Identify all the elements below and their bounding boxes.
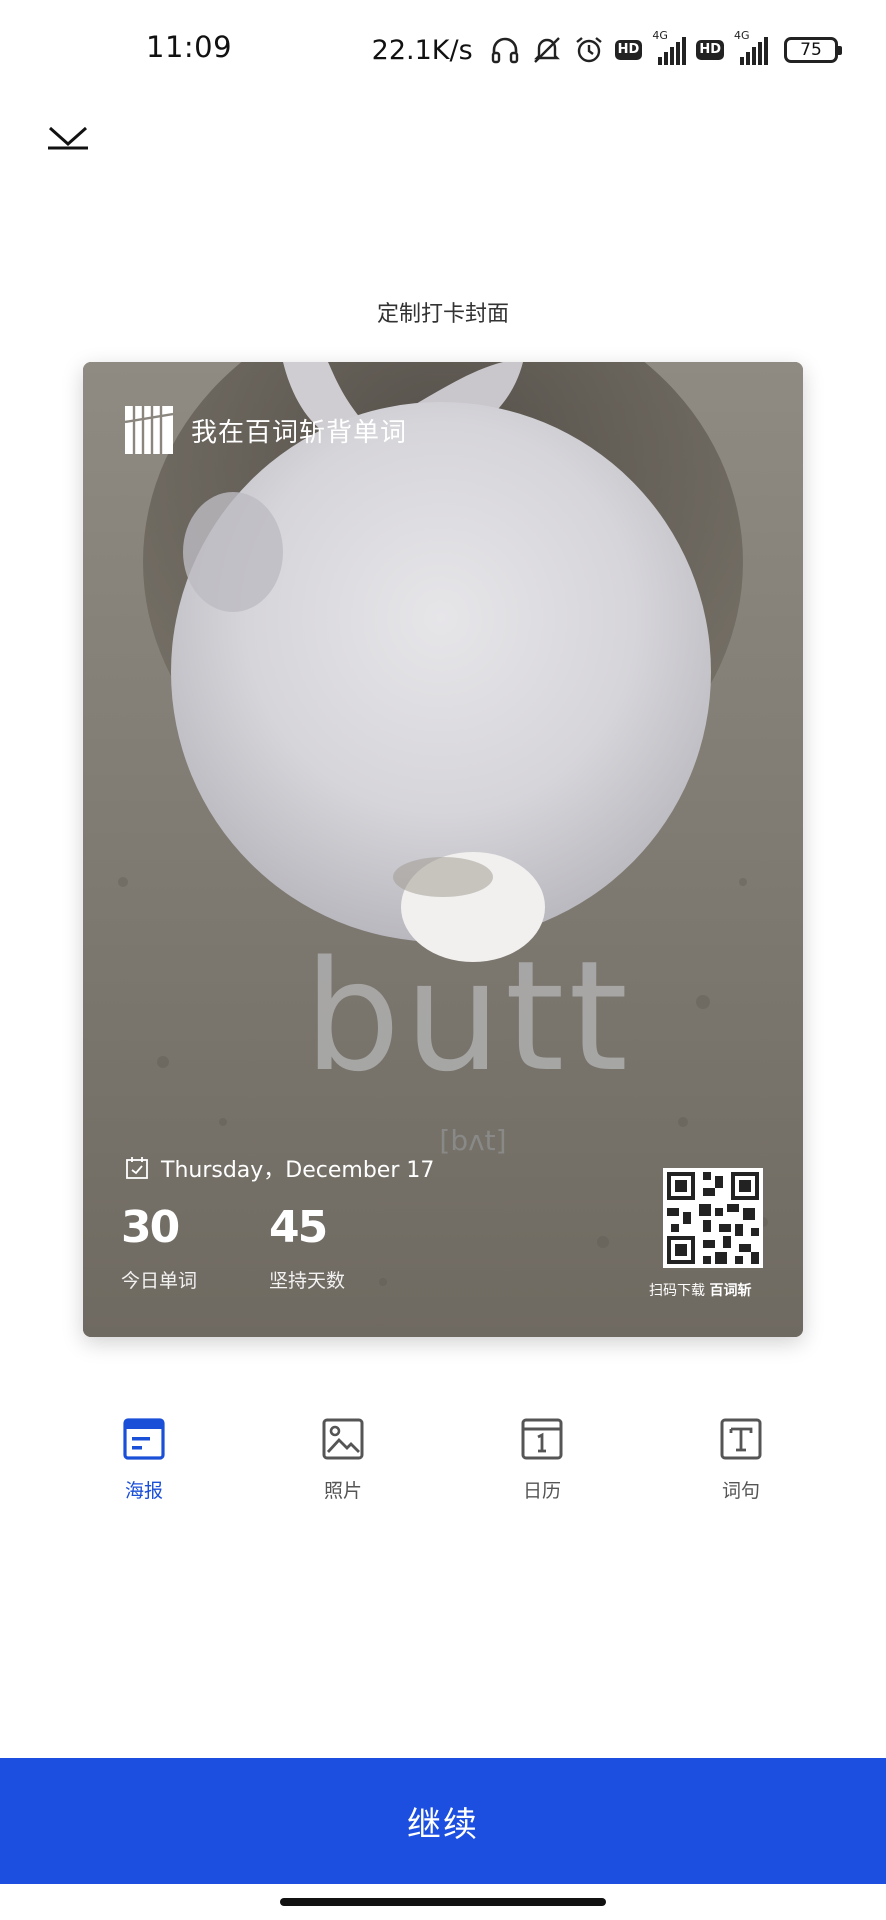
tab-photo[interactable]: 照片 xyxy=(283,1418,403,1503)
tab-sentence[interactable]: 词句 xyxy=(681,1418,801,1503)
tab-poster[interactable]: 海报 xyxy=(84,1418,204,1503)
poster-date: Thursday，December 17 xyxy=(161,1158,435,1183)
alarm-icon xyxy=(575,37,602,63)
continue-button[interactable]: 继续 xyxy=(0,1758,886,1884)
mute-icon xyxy=(533,37,560,63)
stat-label: 坚持天数 xyxy=(269,1270,346,1292)
calendar-check-icon xyxy=(126,1157,148,1179)
poster-preview: 我在百词斩背单词 butt [bʌt] Thursday，December 17… xyxy=(83,362,803,1337)
page-title: 定制打卡封面 xyxy=(376,302,509,327)
cover-type-tabs: 海报 照片 日历 词句 xyxy=(0,1418,886,1518)
poster-icon xyxy=(123,1418,165,1460)
network-speed: 22.1K/s xyxy=(371,34,473,66)
home-indicator[interactable] xyxy=(280,1898,606,1906)
baicizhan-logo-icon xyxy=(125,406,173,454)
photo-icon xyxy=(322,1418,364,1460)
headphones-icon xyxy=(491,37,518,64)
battery-icon: 75 xyxy=(784,37,842,63)
tab-label: 海报 xyxy=(124,1480,163,1502)
network-type-label: 4G xyxy=(734,29,750,42)
hd-icon: HD xyxy=(614,40,643,60)
stat-label: 今日单词 xyxy=(121,1270,198,1292)
network-type-label: 4G xyxy=(652,29,668,42)
qr-caption-prefix: 扫码下载 xyxy=(649,1283,705,1299)
qr-code-icon xyxy=(663,1168,763,1268)
brand-text: 我在百词斩背单词 xyxy=(191,417,408,448)
tab-label: 日历 xyxy=(522,1480,561,1502)
tab-label: 照片 xyxy=(323,1480,362,1502)
tab-label: 词句 xyxy=(721,1480,760,1502)
qr-caption-brand: 百词斩 xyxy=(709,1283,752,1299)
chevron-down-icon[interactable] xyxy=(44,118,92,154)
poster-word: butt xyxy=(303,928,632,1105)
stat-streak-days: 45 坚持天数 xyxy=(269,1200,345,1293)
qr-caption: 扫码下载 百词斩 xyxy=(649,1280,751,1300)
tab-calendar[interactable]: 日历 xyxy=(482,1418,602,1503)
stat-value: 30 xyxy=(121,1202,180,1253)
signal-icon: 4G xyxy=(734,29,768,65)
calendar-icon xyxy=(521,1418,563,1460)
status-bar: 11:09 22.1K/s HD 4G HD 4G 75 xyxy=(0,0,886,100)
status-icons: 22.1K/s HD 4G HD 4G 75 xyxy=(371,29,842,68)
date-row: Thursday，December 17 xyxy=(125,1152,434,1184)
status-time: 11:09 xyxy=(146,30,233,64)
signal-icon: 4G xyxy=(652,29,687,65)
stat-words-today: 30 今日单词 xyxy=(121,1200,197,1293)
stat-value: 45 xyxy=(269,1202,328,1253)
text-icon xyxy=(720,1418,762,1460)
brand-row: 我在百词斩背单词 xyxy=(125,406,407,454)
hd-icon: HD xyxy=(696,40,724,60)
